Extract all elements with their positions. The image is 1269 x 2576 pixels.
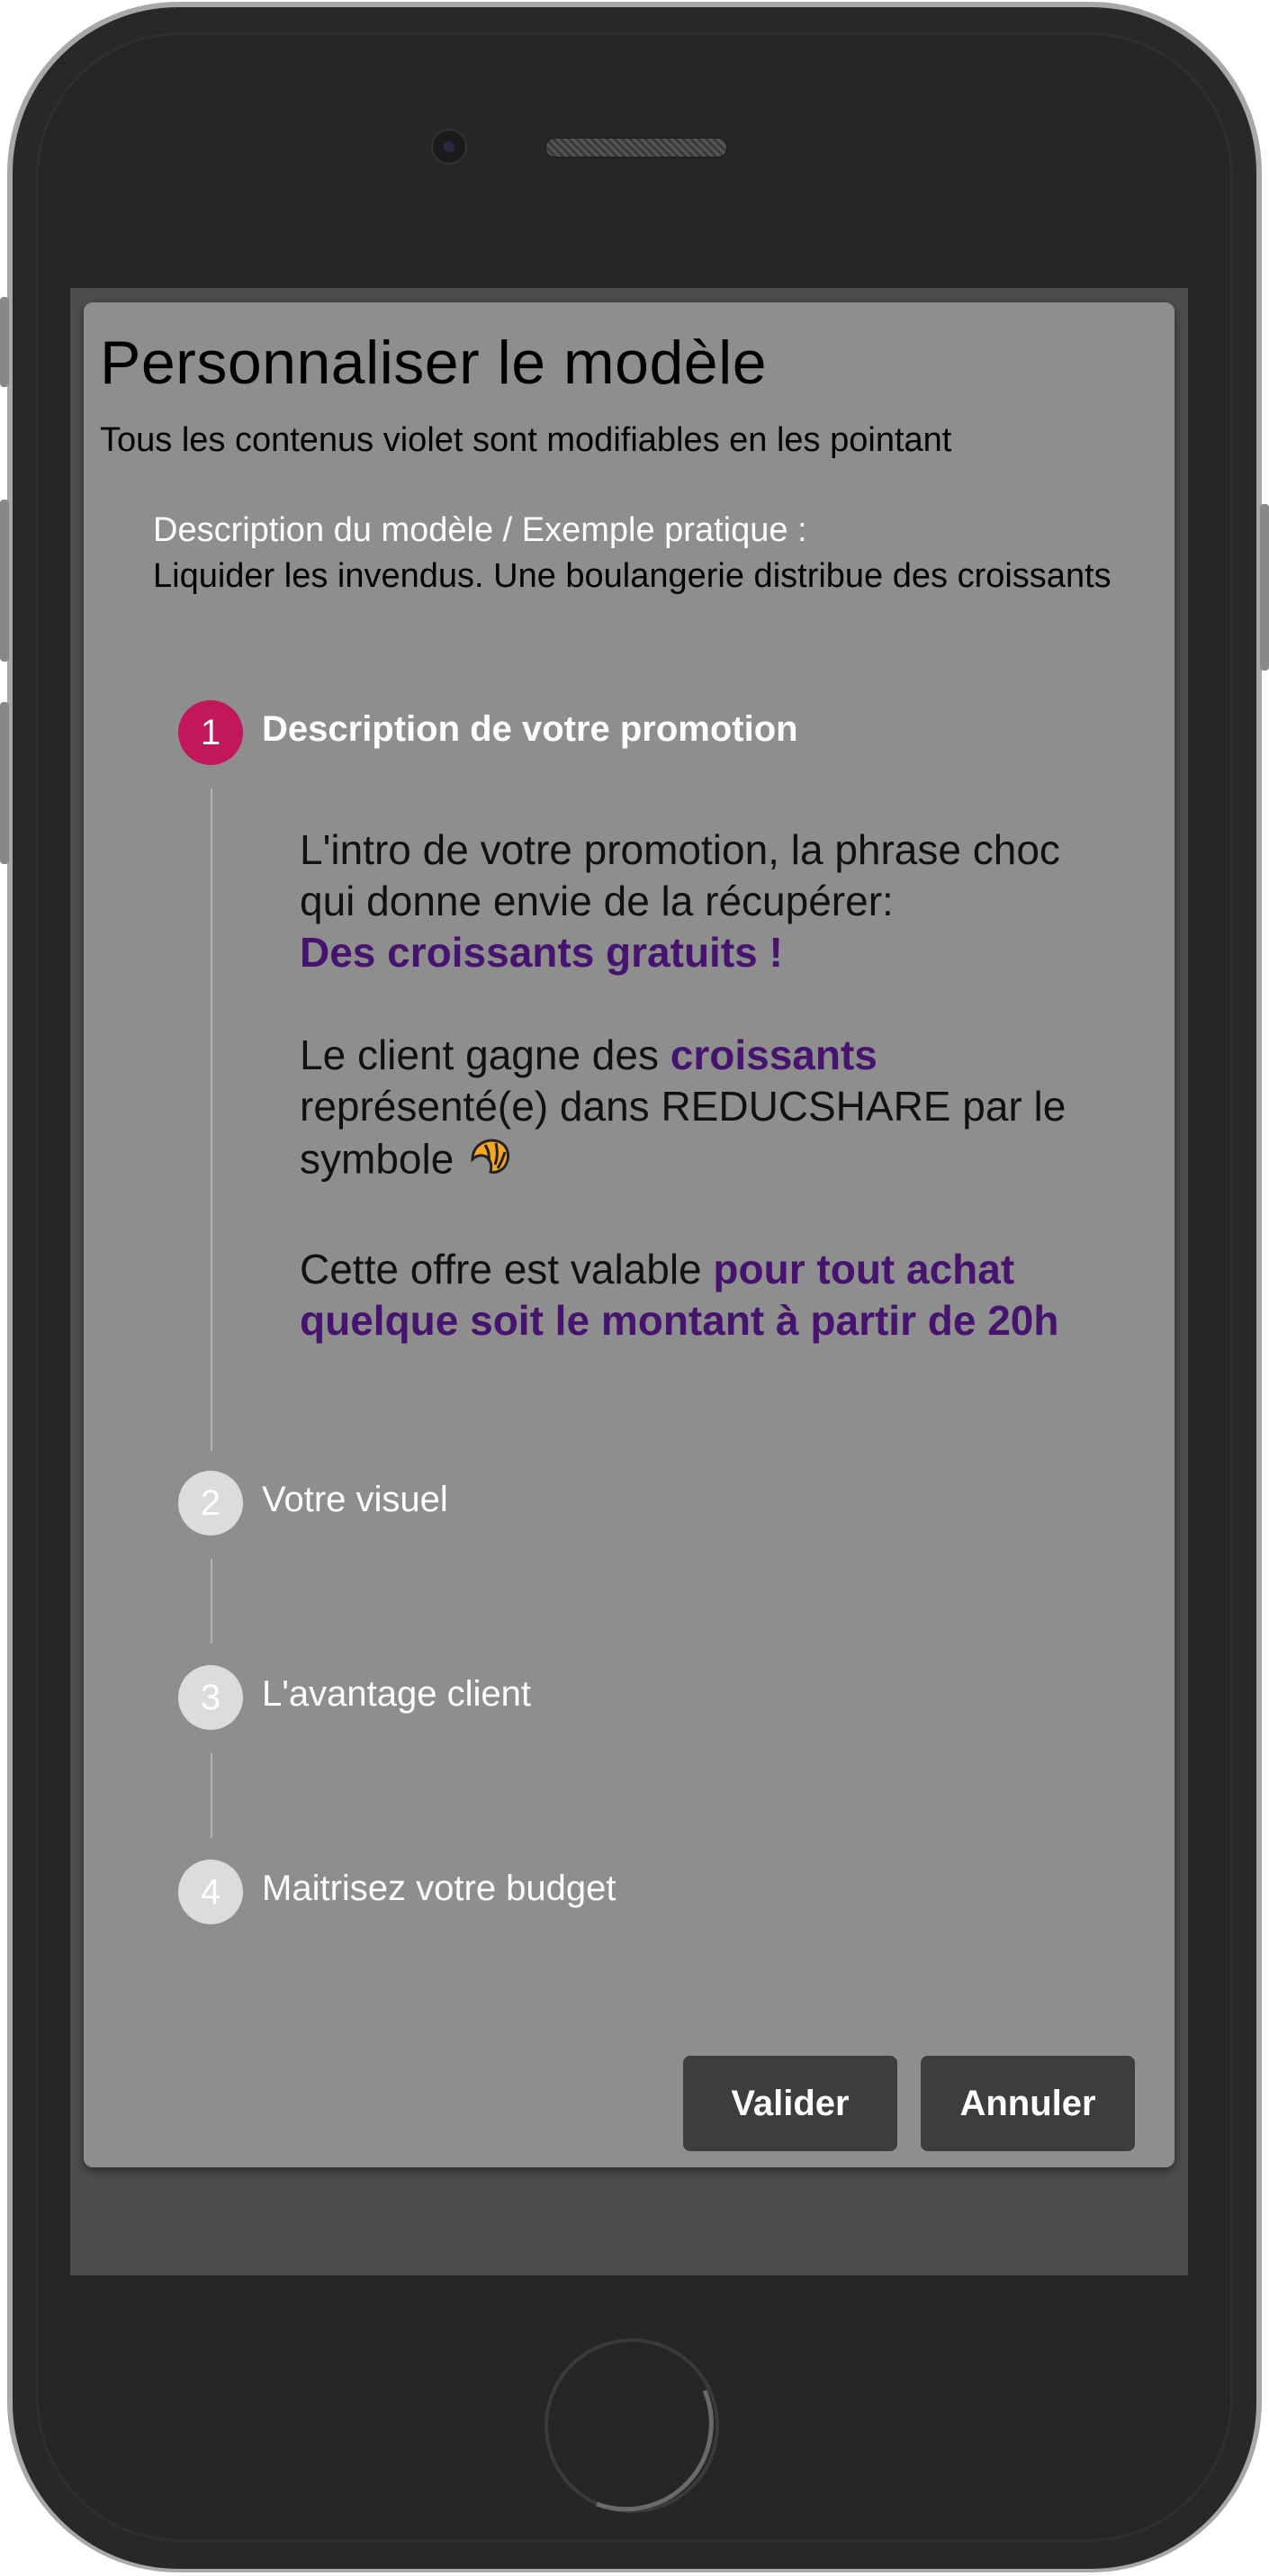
front-camera	[431, 129, 467, 165]
template-description: Description du modèle / Exemple pratique…	[153, 508, 1125, 599]
step-connector	[211, 1753, 212, 1838]
phone-mute-switch	[0, 297, 9, 387]
validity-prefix: Cette offre est valable	[300, 1246, 702, 1293]
validate-button[interactable]: Valider	[683, 2056, 897, 2151]
phone-screen: Personnaliser le modèle Tous les contenu…	[70, 288, 1188, 2275]
step-connector	[211, 788, 212, 1451]
step-label: Maitrisez votre budget	[262, 1869, 616, 1908]
croissant-icon[interactable]	[465, 1132, 514, 1193]
earpiece-speaker	[545, 138, 727, 158]
phone-volume-up	[0, 500, 9, 662]
step-label: L'avantage client	[262, 1674, 531, 1714]
phone-power-button	[1260, 504, 1269, 671]
dialog-subtitle: Tous les contenus violet sont modifiable…	[100, 421, 952, 459]
intro-text: L'intro de votre promotion, la phrase ch…	[300, 826, 1060, 924]
step-number-badge: 1	[178, 700, 243, 765]
gain-prefix: Le client gagne des	[300, 1031, 659, 1078]
step-1-content: L'intro de votre promotion, la phrase ch…	[300, 824, 1110, 1398]
gain-value-editable[interactable]: croissants	[670, 1031, 878, 1078]
step-number-badge: 4	[178, 1860, 243, 1924]
step-label: Description de votre promotion	[262, 709, 798, 749]
description-text: Liquider les invendus. Une boulangerie d…	[153, 557, 1112, 595]
description-label: Description du modèle / Exemple pratique…	[153, 511, 807, 549]
gain-suffix: représenté(e) dans REDUCSHARE par le sym…	[300, 1083, 1066, 1183]
step-number-badge: 3	[178, 1665, 243, 1730]
customize-template-dialog: Personnaliser le modèle Tous les contenu…	[84, 302, 1174, 2167]
phone-volume-down	[0, 702, 9, 864]
home-button[interactable]	[543, 2337, 721, 2515]
step-number-badge: 2	[178, 1471, 243, 1536]
intro-value-editable[interactable]: Des croissants gratuits !	[300, 929, 783, 976]
step-label: Votre visuel	[262, 1480, 448, 1519]
dialog-title: Personnaliser le modèle	[100, 329, 768, 397]
home-button-ring-icon	[544, 2338, 719, 2513]
cancel-button[interactable]: Annuler	[921, 2056, 1135, 2151]
step-connector	[211, 1559, 212, 1644]
